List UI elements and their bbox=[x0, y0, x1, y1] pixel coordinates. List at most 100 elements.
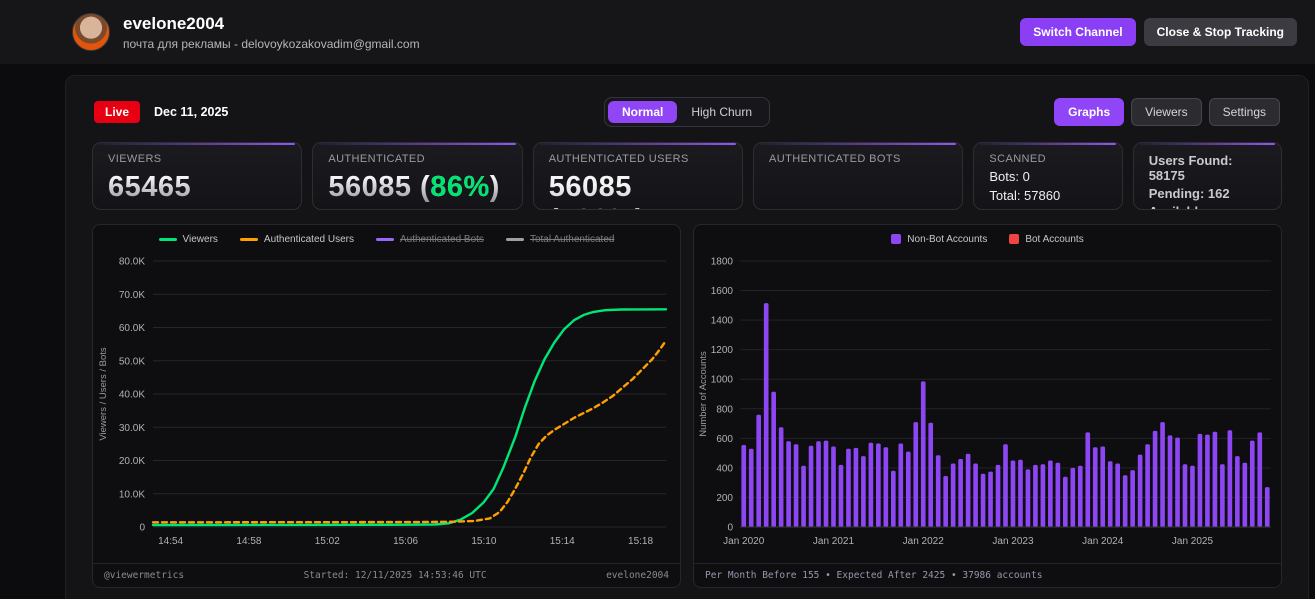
svg-text:Jan 2024: Jan 2024 bbox=[1082, 536, 1124, 547]
legend-label: Authenticated Users bbox=[263, 233, 354, 245]
authenticated-card: AUTHENTICATED 56085 (86%) bbox=[312, 142, 523, 210]
main-panel: Live Dec 11, 2025 Normal High Churn Grap… bbox=[65, 75, 1309, 599]
mode-high-churn-button[interactable]: High Churn bbox=[677, 101, 766, 123]
scanned-bots: Bots: 0 bbox=[989, 169, 1030, 184]
bar-footer-text: Per Month Before 155 • Expected After 24… bbox=[705, 570, 1043, 581]
svg-text:14:54: 14:54 bbox=[158, 536, 183, 547]
svg-text:1200: 1200 bbox=[711, 345, 734, 356]
users-found: Users Found: 58175 bbox=[1148, 153, 1233, 183]
legend-swatch bbox=[158, 237, 177, 241]
svg-text:1000: 1000 bbox=[711, 375, 734, 386]
svg-text:400: 400 bbox=[716, 463, 733, 474]
svg-text:15:02: 15:02 bbox=[315, 536, 340, 547]
started-timestamp: Started: 12/11/2025 14:53:46 UTC bbox=[303, 570, 487, 581]
legend-swatch bbox=[891, 234, 902, 244]
auth-users-card: AUTHENTICATED USERS 56085 (100%) bbox=[532, 142, 744, 210]
pending: Pending: 162 bbox=[1148, 186, 1230, 201]
authenticated-value: 56085 (86%) bbox=[328, 171, 506, 204]
auth-users-label: AUTHENTICATED USERS bbox=[548, 153, 689, 165]
svg-text:70.0K: 70.0K bbox=[119, 290, 145, 301]
svg-text:80.0K: 80.0K bbox=[119, 257, 145, 268]
charts-row: Viewers Authenticated Users Authenticated … bbox=[92, 224, 1282, 588]
live-badge: Live bbox=[94, 101, 141, 123]
svg-text:10.0K: 10.0K bbox=[119, 489, 145, 500]
close-stop-tracking-button[interactable]: Close & Stop Tracking bbox=[1143, 18, 1297, 46]
legend-label: Viewers bbox=[182, 233, 218, 245]
svg-text:15:10: 15:10 bbox=[471, 536, 496, 547]
legend-item-authenticated-users[interactable]: Authenticated Users bbox=[239, 233, 354, 245]
legend-item-non-bot-accounts[interactable]: Non-Bot Accounts bbox=[891, 234, 987, 245]
svg-text:Jan 2022: Jan 2022 bbox=[903, 536, 945, 547]
legend-swatch bbox=[505, 237, 524, 241]
legend-item-bot-accounts[interactable]: Bot Accounts bbox=[1009, 233, 1084, 245]
scanned-label: SCANNED bbox=[989, 153, 1046, 165]
svg-text:1800: 1800 bbox=[711, 257, 734, 268]
viewers-label: VIEWERS bbox=[108, 153, 162, 165]
channel-title: evelone2004 bbox=[123, 14, 225, 34]
svg-text:15:06: 15:06 bbox=[393, 536, 418, 547]
auth-users-value: 56085 (100%) bbox=[549, 171, 727, 209]
stream-date: Dec 11, 2025 bbox=[154, 105, 229, 119]
svg-text:0: 0 bbox=[727, 523, 733, 534]
line-chart-footer: @viewermetrics Started: 12/11/2025 14:53… bbox=[93, 563, 680, 587]
tab-settings[interactable]: Settings bbox=[1208, 98, 1280, 126]
mode-normal-button[interactable]: Normal bbox=[607, 101, 678, 123]
svg-text:50.0K: 50.0K bbox=[119, 356, 145, 367]
svg-text:15:18: 15:18 bbox=[628, 536, 653, 547]
toolbar: Live Dec 11, 2025 Normal High Churn Grap… bbox=[94, 97, 1280, 127]
svg-text:600: 600 bbox=[716, 434, 733, 445]
legend-item-authenticated-bots[interactable]: Authenticated Bots bbox=[375, 233, 484, 245]
watermark: @viewermetrics bbox=[104, 570, 185, 581]
svg-text:Jan 2021: Jan 2021 bbox=[813, 536, 855, 547]
footer-channel-name: evelone2004 bbox=[606, 570, 669, 581]
viewers-card: VIEWERS 65465 bbox=[92, 142, 303, 210]
svg-text:Jan 2025: Jan 2025 bbox=[1172, 536, 1214, 547]
accounts-bar-chart[interactable]: 0 200 400 600 800 1000 1200 1400 1600 1800 Jan 202… bbox=[694, 253, 1281, 563]
svg-text:1400: 1400 bbox=[711, 316, 734, 327]
svg-text:60.0K: 60.0K bbox=[119, 323, 145, 334]
accounts-bar-chart-panel: Non-Bot Accounts Bot Accounts 0 200 400 600 8… bbox=[693, 224, 1282, 588]
line-chart-legend: Viewers Authenticated Users Authenticated … bbox=[93, 225, 680, 253]
svg-text:Viewers / Users / Bots: Viewers / Users / Bots bbox=[98, 347, 109, 441]
svg-text:Jan 2023: Jan 2023 bbox=[992, 536, 1034, 547]
viewers-line-chart-panel: Viewers Authenticated Users Authenticated … bbox=[92, 224, 681, 588]
svg-text:1600: 1600 bbox=[711, 286, 734, 297]
svg-text:Jan 2020: Jan 2020 bbox=[723, 536, 765, 547]
authenticated-label: AUTHENTICATED bbox=[328, 153, 426, 165]
svg-text:14:58: 14:58 bbox=[236, 536, 261, 547]
legend-item-viewers[interactable]: Viewers bbox=[158, 233, 218, 245]
svg-text:15:14: 15:14 bbox=[550, 536, 575, 547]
legend-swatch bbox=[375, 237, 394, 241]
svg-text:20.0K: 20.0K bbox=[119, 456, 145, 467]
top-header: evelone2004 почта для рекламы - delovoyk… bbox=[0, 0, 1315, 64]
switch-channel-button[interactable]: Switch Channel bbox=[1020, 18, 1136, 46]
svg-text:0: 0 bbox=[139, 523, 145, 534]
legend-swatch bbox=[1009, 234, 1020, 244]
channel-avatar bbox=[72, 13, 110, 51]
svg-text:30.0K: 30.0K bbox=[119, 423, 145, 434]
legend-label: Total Authenticated bbox=[529, 233, 615, 245]
bar-chart-legend: Non-Bot Accounts Bot Accounts bbox=[694, 225, 1281, 253]
svg-text:800: 800 bbox=[716, 404, 733, 415]
viewers-line-chart[interactable]: 0 10.0K 20.0K 30.0K 40.0K 50.0K 60.0K 70.0K 80.0… bbox=[93, 253, 680, 563]
channel-subtitle: почта для рекламы - delovoykozakovadim@g… bbox=[123, 36, 420, 51]
churn-mode-toggle: Normal High Churn bbox=[603, 97, 771, 127]
legend-label: Non-Bot Accounts bbox=[907, 233, 988, 245]
svg-text:200: 200 bbox=[716, 493, 733, 504]
legend-swatch bbox=[239, 237, 258, 241]
viewers-value: 65465 bbox=[108, 171, 286, 204]
legend-label: Authenticated Bots bbox=[399, 233, 484, 245]
legend-item-total-authenticated[interactable]: Total Authenticated bbox=[505, 233, 615, 245]
tab-viewers[interactable]: Viewers bbox=[1131, 98, 1202, 126]
scanned-total: Total: 57860 bbox=[989, 188, 1061, 203]
svg-text:Number of Accounts: Number of Accounts bbox=[698, 351, 709, 437]
tab-graphs[interactable]: Graphs bbox=[1054, 98, 1125, 126]
stats-row: VIEWERS 65465 AUTHENTICATED 56085 (86%) … bbox=[92, 142, 1283, 210]
bar-chart-footer: Per Month Before 155 • Expected After 24… bbox=[694, 563, 1281, 587]
users-found-card: Users Found: 58175 Pending: 162 Availabl… bbox=[1132, 142, 1283, 210]
auth-bots-label: AUTHENTICATED BOTS bbox=[769, 153, 901, 165]
legend-label: Bot Accounts bbox=[1025, 233, 1084, 245]
auth-bots-card: AUTHENTICATED BOTS bbox=[753, 142, 964, 210]
svg-text:40.0K: 40.0K bbox=[119, 390, 145, 401]
available: Available: 3331/5000 bbox=[1149, 204, 1266, 209]
